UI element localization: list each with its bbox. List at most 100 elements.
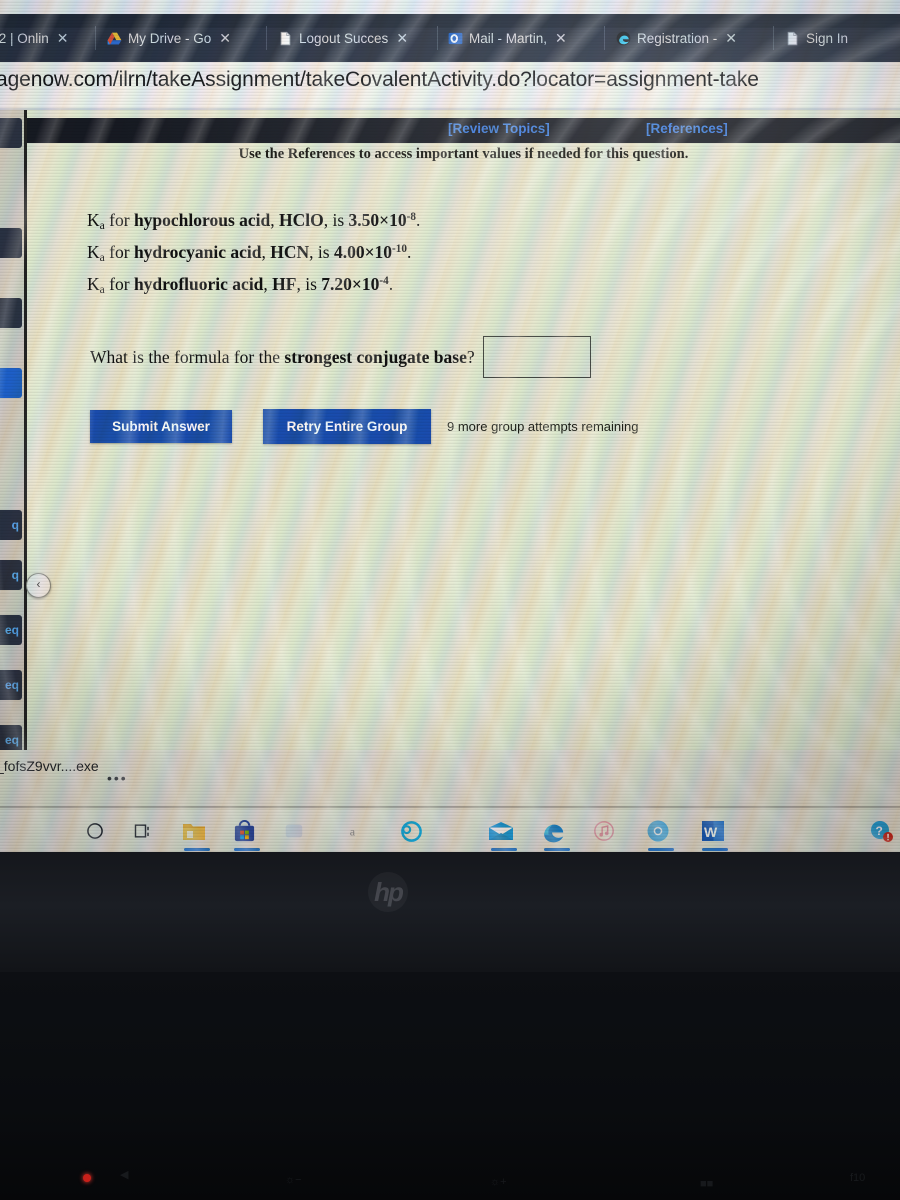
download-item-filename[interactable]: _fofsZ9vvr....exe [0, 758, 99, 774]
close-icon[interactable]: ✕ [396, 30, 408, 47]
close-icon[interactable]: ✕ [725, 30, 737, 47]
action-button-row: Submit Answer Retry Entire Group 9 more … [90, 409, 638, 444]
taskbar-amazon-icon[interactable]: a [336, 810, 374, 852]
question-prompt: What is the formula for the strongest co… [90, 347, 475, 368]
browser-tab-mail[interactable]: Mail - Martin, ✕ [448, 14, 598, 62]
sidebar-item-label: q [11, 568, 19, 582]
browser-tab-sign-in[interactable]: Sign In [785, 14, 897, 62]
ka-end: . [406, 242, 412, 263]
ka-mantissa: 3.50×10 [348, 210, 407, 230]
running-indicator [543, 848, 570, 851]
photo-of-laptop-screen: v2 | Onlin ✕ My Drive - Go ✕ [0, 0, 900, 1200]
sidebar-item-label: eq [4, 623, 19, 637]
close-icon[interactable]: ✕ [219, 30, 231, 47]
svg-text:a: a [349, 825, 355, 839]
laptop-keyboard-deck [0, 972, 900, 1200]
browser-tab-my-drive[interactable]: My Drive - Go ✕ [107, 14, 262, 62]
app-left-rail: q q eq eq eq [0, 110, 24, 810]
sidebar-item-label: eq [4, 733, 19, 747]
ka-mantissa: 7.20×10 [321, 274, 380, 295]
taskbar-skype-icon[interactable] [392, 810, 430, 852]
references-link[interactable]: [References] [646, 121, 728, 136]
close-icon[interactable]: ✕ [555, 30, 567, 47]
browser-tab-owlv2[interactable]: v2 | Onlin ✕ [0, 14, 84, 62]
taskbar-itunes-icon[interactable] [585, 810, 623, 852]
taskbar-file-explorer-icon[interactable] [175, 810, 213, 852]
answer-input[interactable] [482, 336, 591, 378]
retry-entire-group-button[interactable]: Retry Entire Group [263, 409, 431, 444]
question-row: What is the formula for the strongest co… [90, 336, 850, 378]
laptop-screen: v2 | Onlin ✕ My Drive - Go ✕ [0, 0, 900, 852]
key-hint-volume-down: ◀ [120, 1169, 129, 1181]
edge-icon [616, 31, 631, 45]
address-bar-url[interactable]: agenow.com/ilrn/takeAssignment/takeCoval… [0, 68, 876, 92]
hp-logo: hp [368, 872, 408, 912]
review-topics-link[interactable]: [Review Topics] [448, 121, 550, 136]
taskbar-microsoft-store-icon[interactable] [225, 810, 263, 852]
ka-formula: HClO [279, 210, 324, 230]
running-indicator [702, 848, 729, 851]
tab-title: Sign In [806, 30, 849, 46]
running-indicator [491, 848, 518, 851]
web-page-viewport: q q eq eq eq ‹ [Review Topics] [Referenc… [0, 110, 900, 810]
sidebar-item-4-selected[interactable] [0, 368, 22, 398]
sidebar-item-1[interactable] [0, 118, 22, 148]
tab-title: Mail - Martin, [469, 30, 548, 46]
ka-sep: , [270, 210, 279, 230]
outlook-icon [448, 32, 463, 44]
sidebar-item-7[interactable]: eq [0, 615, 22, 645]
key-hint-backlight: ■■ [700, 1178, 714, 1190]
tab-divider [604, 26, 605, 50]
references-instruction: Use the References to access important v… [238, 146, 689, 162]
taskbar-task-view-icon[interactable] [124, 810, 162, 852]
attempts-remaining-text: 9 more group attempts remaining [447, 419, 639, 434]
sidebar-item-5[interactable]: q [0, 510, 22, 540]
ka-mid: for [104, 242, 134, 263]
key-hint-brightness-down: ☼− [285, 1174, 302, 1186]
tab-divider [773, 26, 774, 50]
browser-tab-logout-success[interactable]: Logout Succes ✕ [278, 14, 430, 62]
sidebar-item-6[interactable]: q [0, 560, 22, 590]
tab-divider [437, 26, 438, 50]
chrome-browser-window: v2 | Onlin ✕ My Drive - Go ✕ [0, 0, 900, 810]
sidebar-collapse-button[interactable]: ‹ [26, 573, 51, 598]
sidebar-item-8[interactable]: eq [0, 670, 22, 700]
tab-title: My Drive - Go [128, 30, 212, 46]
ka-values-block: Ka for hypochlorous acid, HClO, is 3.50×… [87, 210, 787, 307]
taskbar-word-icon[interactable]: W [693, 810, 731, 852]
ka-line-hydrofluoric: Ka for hydrofluoric acid, HF, is 7.20×10… [87, 274, 787, 296]
sidebar-item-2[interactable] [0, 228, 22, 258]
sidebar-item-label: eq [4, 678, 19, 692]
prompt-tail: ? [466, 346, 475, 367]
ka-sep: , [261, 242, 271, 263]
taskbar-teams-icon[interactable] [275, 810, 313, 852]
download-shelf [0, 750, 900, 810]
tab-divider [266, 26, 267, 50]
taskbar-edge-icon[interactable] [535, 810, 573, 852]
taskbar-support-assistant-icon[interactable]: ? [862, 810, 900, 852]
tab-title: Registration - [637, 30, 718, 46]
close-icon[interactable]: ✕ [57, 30, 69, 47]
ka-symbol: K [87, 242, 100, 263]
key-hint-brightness-up: ☼+ [490, 1176, 507, 1188]
browser-tab-registration[interactable]: Registration - ✕ [616, 14, 768, 62]
running-indicator [183, 848, 210, 851]
ka-is: , is [323, 210, 349, 230]
page-icon [280, 31, 291, 45]
download-item-menu-icon[interactable]: ••• [107, 770, 128, 786]
prompt-plain: What is the formula for the [90, 346, 285, 367]
running-indicator [233, 848, 260, 851]
sidebar-item-3[interactable] [0, 298, 22, 328]
ka-sep: , [263, 274, 273, 295]
taskbar-search-icon[interactable] [76, 810, 114, 852]
ka-mid: for [104, 210, 134, 230]
taskbar-chrome-icon[interactable] [639, 810, 677, 852]
ka-line-hydrocyanic: Ka for hydrocyanic acid, HCN, is 4.00×10… [87, 242, 787, 264]
prompt-emphasis: strongest conjugate base [284, 346, 467, 367]
taskbar-mail-icon[interactable] [482, 810, 520, 852]
submit-answer-button[interactable]: Submit Answer [90, 410, 232, 443]
ka-exponent: -10 [392, 243, 407, 256]
assignment-content-card: [Review Topics] [References] Use the Ref… [27, 118, 900, 810]
ka-is: , is [296, 274, 322, 295]
ka-end: . [388, 274, 394, 295]
